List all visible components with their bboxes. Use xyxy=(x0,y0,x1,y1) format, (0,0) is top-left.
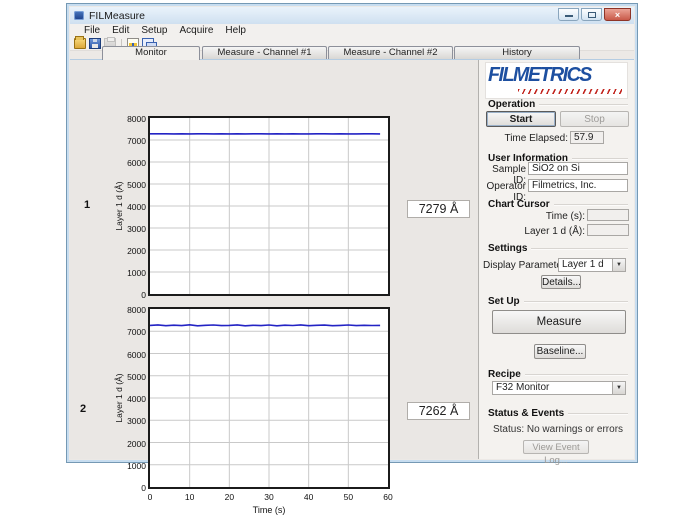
status-message: Status: No warnings or errors xyxy=(488,424,628,435)
close-button[interactable]: × xyxy=(604,8,631,21)
y-tick-label: 7000 xyxy=(120,136,146,146)
tab-monitor[interactable]: Monitor xyxy=(102,46,200,60)
time-elapsed-label: Time Elapsed: xyxy=(486,133,568,144)
chart2-line-series xyxy=(150,309,388,487)
display-parameter-label: Display Parameter: xyxy=(483,260,568,271)
measure-button[interactable]: Measure xyxy=(492,310,626,334)
y-tick-label: 5000 xyxy=(120,180,146,190)
x-tick-label: 20 xyxy=(219,492,239,502)
cursor-layer-label: Layer 1 d (Å): xyxy=(505,226,585,237)
baseline-button[interactable]: Baseline... xyxy=(534,344,586,359)
channel-2-thickness-readout: 7262 Å xyxy=(407,402,470,420)
x-tick-label: 60 xyxy=(378,492,398,502)
y-tick-label: 3000 xyxy=(120,416,146,426)
set-up-header: Set Up xyxy=(488,296,628,307)
channel-1-label: 1 xyxy=(78,199,96,211)
filmetrics-logo: FILMETRICS xyxy=(485,62,628,99)
title-bar[interactable]: FILMeasure × xyxy=(70,7,634,24)
recipe-combobox[interactable]: F32 Monitor ▼ xyxy=(492,381,626,395)
y-tick-label: 3000 xyxy=(120,224,146,234)
filmetrics-logo-hatch xyxy=(518,89,622,94)
app-window: FILMeasure × FileEditSetupAcquireHelp Mo… xyxy=(66,3,638,463)
menu-item-setup[interactable]: Setup xyxy=(135,25,173,36)
y-tick-label: 5000 xyxy=(120,372,146,382)
menu-item-edit[interactable]: Edit xyxy=(106,25,135,36)
tab-history[interactable]: History xyxy=(454,46,580,59)
x-tick-label: 40 xyxy=(299,492,319,502)
stop-button[interactable]: Stop xyxy=(560,111,629,127)
menu-bar: FileEditSetupAcquireHelp xyxy=(70,24,634,37)
x-tick-label: 30 xyxy=(259,492,279,502)
control-panel: FILMETRICS Operation Start Stop Time Ela… xyxy=(478,59,634,459)
tab-measure-channel-1[interactable]: Measure - Channel #1 xyxy=(202,46,327,59)
view-event-log-button[interactable]: View Event Log... xyxy=(523,440,589,454)
channel-2-label: 2 xyxy=(74,403,92,415)
channel-1-thickness-readout: 7279 Å xyxy=(407,200,470,218)
settings-header: Settings xyxy=(488,243,628,254)
start-button[interactable]: Start xyxy=(486,111,556,127)
maximize-button[interactable] xyxy=(581,8,602,21)
monitor-tab-page: 1 2 Layer 1 d (Å) Layer 1 d (Å) Time (s)… xyxy=(70,59,478,459)
cursor-layer-field xyxy=(587,224,629,236)
chevron-down-icon[interactable]: ▼ xyxy=(612,382,625,394)
y-tick-label: 4000 xyxy=(120,202,146,212)
status-events-header: Status & Events xyxy=(488,408,628,419)
chevron-down-icon[interactable]: ▼ xyxy=(612,259,625,271)
x-tick-label: 50 xyxy=(338,492,358,502)
y-tick-label: 0 xyxy=(120,290,146,300)
app-icon xyxy=(74,11,84,20)
details-button[interactable]: Details... xyxy=(541,275,581,289)
minimize-icon xyxy=(565,15,573,17)
y-tick-label: 7000 xyxy=(120,327,146,337)
y-tick-label: 8000 xyxy=(120,305,146,315)
tab-measure-channel-2[interactable]: Measure - Channel #2 xyxy=(328,46,453,59)
menu-item-acquire[interactable]: Acquire xyxy=(174,25,220,36)
operator-id-field[interactable]: Filmetrics, Inc. xyxy=(528,179,628,192)
minimize-button[interactable] xyxy=(558,8,579,21)
recipe-header: Recipe xyxy=(488,369,628,380)
tab-bar: MonitorMeasure - Channel #1Measure - Cha… xyxy=(70,46,634,59)
y-tick-label: 2000 xyxy=(120,439,146,449)
display-parameter-combobox[interactable]: Layer 1 d ▼ xyxy=(558,258,626,272)
y-tick-label: 2000 xyxy=(120,246,146,256)
menu-item-help[interactable]: Help xyxy=(219,25,252,36)
time-elapsed-field: 57.9 xyxy=(570,131,604,144)
y-tick-label: 6000 xyxy=(120,158,146,168)
maximize-icon xyxy=(588,12,596,18)
operation-header: Operation xyxy=(488,99,628,110)
chart1-line-series xyxy=(150,118,388,294)
x-tick-label: 0 xyxy=(140,492,160,502)
y-tick-label: 4000 xyxy=(120,394,146,404)
sample-id-field[interactable]: SiO2 on Si xyxy=(528,162,628,175)
y-tick-label: 6000 xyxy=(120,350,146,360)
chart1-plot-area[interactable] xyxy=(148,116,390,296)
filmetrics-logo-text: FILMETRICS xyxy=(488,64,591,87)
cursor-time-field xyxy=(587,209,629,221)
y-tick-label: 1000 xyxy=(120,268,146,278)
chart2-plot-area[interactable] xyxy=(148,307,390,489)
menu-item-file[interactable]: File xyxy=(78,25,106,36)
cursor-time-label: Time (s): xyxy=(515,211,585,222)
x-tick-label: 10 xyxy=(180,492,200,502)
x-axis-title: Time (s) xyxy=(219,505,319,515)
y-tick-label: 8000 xyxy=(120,114,146,124)
window-title: FILMeasure xyxy=(89,10,145,22)
